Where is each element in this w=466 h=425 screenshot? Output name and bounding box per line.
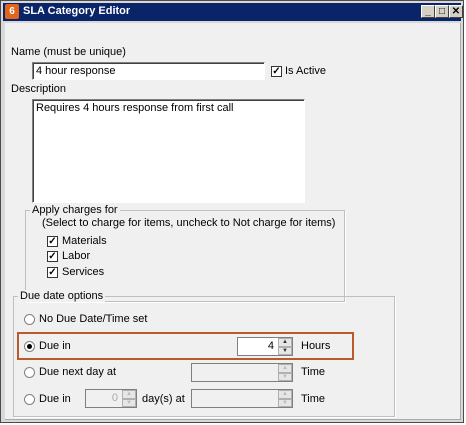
spin-down-icon[interactable]: ▼	[122, 398, 136, 407]
title-bar[interactable]: 6 SLA Category Editor _ □ ✕	[3, 3, 463, 21]
no-due-date-radio[interactable]	[24, 314, 35, 325]
labor-checkbox[interactable]: ✓	[47, 251, 58, 262]
apply-charges-hint: (Select to charge for items, uncheck to …	[42, 217, 336, 229]
materials-checkbox[interactable]: ✓	[47, 236, 58, 247]
spin-down-icon[interactable]: ▼	[278, 372, 292, 381]
hours-label: Hours	[301, 340, 331, 352]
days-at-label: day(s) at	[142, 393, 185, 405]
name-label: Name (must be unique)	[11, 46, 126, 58]
app-icon: 6	[5, 4, 19, 19]
due-in-hours-label: Due in	[39, 340, 71, 352]
materials-label: Materials	[62, 235, 107, 247]
due-in-days-radio[interactable]	[24, 394, 35, 405]
minimize-button[interactable]: _	[421, 5, 435, 18]
due-in-days-label: Due in	[39, 393, 71, 405]
services-checkbox[interactable]: ✓	[47, 267, 58, 278]
due-in-hours-spinner[interactable]: 4 ▲ ▼	[237, 337, 293, 356]
no-due-date-label: No Due Date/Time set	[39, 313, 148, 325]
next-day-time-spinner[interactable]: ▲ ▼	[191, 363, 293, 382]
due-next-day-radio[interactable]	[24, 367, 35, 378]
due-in-hours-value: 4	[267, 340, 274, 352]
editor-content: Name (must be unique) 4 hour response ✓ …	[5, 23, 461, 420]
spin-down-icon[interactable]: ▼	[278, 398, 292, 407]
is-active-checkbox[interactable]: ✓	[271, 66, 282, 77]
is-active-label: Is Active	[285, 65, 326, 77]
labor-label: Labor	[62, 250, 91, 262]
close-button[interactable]: ✕	[449, 5, 463, 18]
description-label: Description	[11, 83, 67, 95]
apply-charges-title: Apply charges for	[30, 204, 120, 216]
description-textarea[interactable]: Requires 4 hours response from first cal…	[32, 99, 305, 203]
due-next-day-label: Due next day at	[39, 366, 117, 378]
spin-up-icon[interactable]: ▲	[278, 390, 292, 399]
days-time-label: Time	[301, 393, 326, 405]
sla-category-editor-window: 6 SLA Category Editor _ □ ✕ Name (must b…	[0, 0, 464, 423]
days-time-spinner[interactable]: ▲ ▼	[191, 389, 293, 408]
spin-up-icon[interactable]: ▲	[278, 364, 292, 373]
services-label: Services	[62, 266, 105, 278]
due-date-options-title: Due date options	[18, 290, 106, 302]
days-value: 0	[111, 392, 118, 404]
spin-up-icon[interactable]: ▲	[122, 390, 136, 399]
spin-up-icon[interactable]: ▲	[278, 338, 292, 347]
maximize-button[interactable]: □	[435, 5, 449, 18]
window-title: SLA Category Editor	[23, 5, 131, 17]
spin-down-icon[interactable]: ▼	[278, 346, 292, 355]
name-input[interactable]: 4 hour response	[32, 62, 265, 80]
days-spinner[interactable]: 0 ▲ ▼	[85, 389, 137, 408]
next-day-time-label: Time	[301, 366, 326, 378]
due-in-hours-radio[interactable]	[24, 341, 35, 352]
